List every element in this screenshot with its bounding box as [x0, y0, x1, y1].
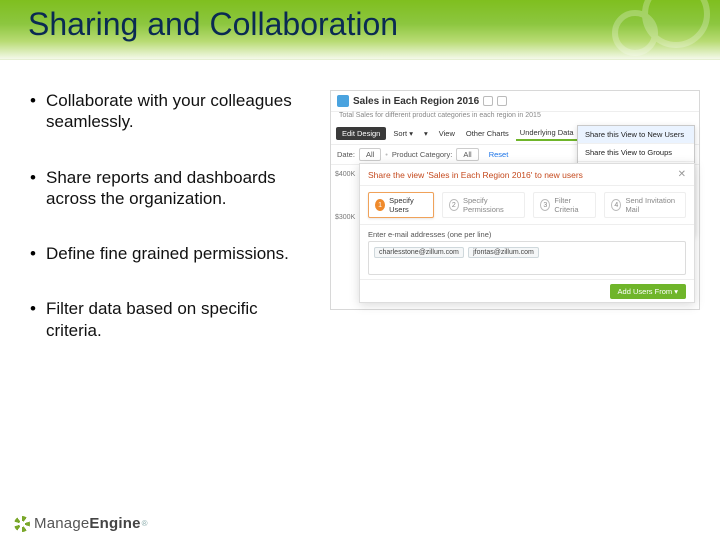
sort-dropdown[interactable]: Sort ▾ [389, 127, 417, 140]
refresh-icon[interactable] [497, 96, 507, 106]
bullet-item: Filter data based on specific criteria. [30, 298, 310, 341]
share-menu-item[interactable]: Share this View to Groups [578, 144, 694, 162]
add-users-button[interactable]: Add Users From ▾ [610, 284, 686, 299]
y-axis-labels: $400K $300K [335, 171, 355, 221]
date-select[interactable]: All [359, 148, 381, 161]
close-icon[interactable]: ✕ [678, 169, 686, 180]
slide-title: Sharing and Collaboration [28, 6, 398, 43]
y-tick: $400K [335, 171, 355, 178]
bullet-item: Define fine grained permissions. [30, 243, 310, 264]
slide-header: Sharing and Collaboration [0, 0, 720, 60]
reset-link[interactable]: Reset [489, 150, 509, 159]
underlying-data-tab[interactable]: Underlying Data [516, 126, 578, 141]
filter-icon[interactable]: ▾ [420, 127, 432, 140]
input-label: Enter e-mail addresses (one per line) [360, 225, 694, 241]
bullet-list: Collaborate with your colleagues seamles… [30, 90, 310, 375]
step-label: Specify Users [389, 196, 427, 214]
trademark-icon: ® [142, 519, 148, 528]
step-specify-users[interactable]: 1 Specify Users [368, 192, 434, 218]
step-label: Specify Permissions [463, 196, 518, 214]
other-charts-tab[interactable]: Other Charts [462, 127, 513, 140]
date-label: Date: [337, 150, 355, 159]
report-subheader: Total Sales for different product catego… [331, 112, 699, 123]
step-label: Send Invitation Mail [625, 196, 679, 214]
email-chip[interactable]: charlesstone@zillum.com [374, 247, 464, 258]
email-input[interactable]: charlesstone@zillum.com jfontas@zillum.c… [368, 241, 686, 275]
report-header: Sales in Each Region 2016 [331, 91, 699, 112]
slide: Sharing and Collaboration Collaborate wi… [0, 0, 720, 540]
brand-head: Manage [34, 515, 89, 532]
bullet-item: Collaborate with your colleagues seamles… [30, 90, 310, 133]
modal-footer: Add Users From ▾ [360, 279, 694, 303]
step-send-mail[interactable]: 4 Send Invitation Mail [604, 192, 686, 218]
step-number: 1 [375, 199, 385, 211]
step-number: 4 [611, 199, 621, 211]
edit-design-button[interactable]: Edit Design [336, 127, 386, 140]
footer-logo: ManageEngine® [14, 515, 148, 532]
category-label: Product Category: [392, 150, 452, 159]
view-tab[interactable]: View [435, 127, 459, 140]
report-title: Sales in Each Region 2016 [353, 96, 479, 107]
step-number: 3 [540, 199, 550, 211]
embedded-screenshot: Sales in Each Region 2016 Total Sales fo… [330, 90, 700, 310]
wizard-steps: 1 Specify Users 2 Specify Permissions 3 … [360, 186, 694, 225]
modal-header: Share the view 'Sales in Each Region 201… [360, 164, 694, 186]
share-modal: Share the view 'Sales in Each Region 201… [359, 163, 695, 303]
share-menu-item[interactable]: Share this View to New Users [578, 126, 694, 144]
category-select[interactable]: All [456, 148, 478, 161]
step-number: 2 [449, 199, 459, 211]
step-label: Filter Criteria [554, 196, 589, 214]
bullet-item: Share reports and dashboards across the … [30, 167, 310, 210]
modal-title: Share the view 'Sales in Each Region 201… [368, 170, 583, 180]
slide-body: Collaborate with your colleagues seamles… [0, 60, 720, 375]
brand-tail: Engine [89, 515, 140, 532]
email-chip[interactable]: jfontas@zillum.com [468, 247, 539, 258]
step-specify-permissions[interactable]: 2 Specify Permissions [442, 192, 525, 218]
collapse-icon[interactable] [483, 96, 493, 106]
step-filter-criteria[interactable]: 3 Filter Criteria [533, 192, 596, 218]
chart-icon [337, 95, 349, 107]
y-tick: $300K [335, 214, 355, 221]
gear-icon [14, 516, 30, 532]
report-subtitle: Total Sales for different product catego… [339, 112, 541, 119]
